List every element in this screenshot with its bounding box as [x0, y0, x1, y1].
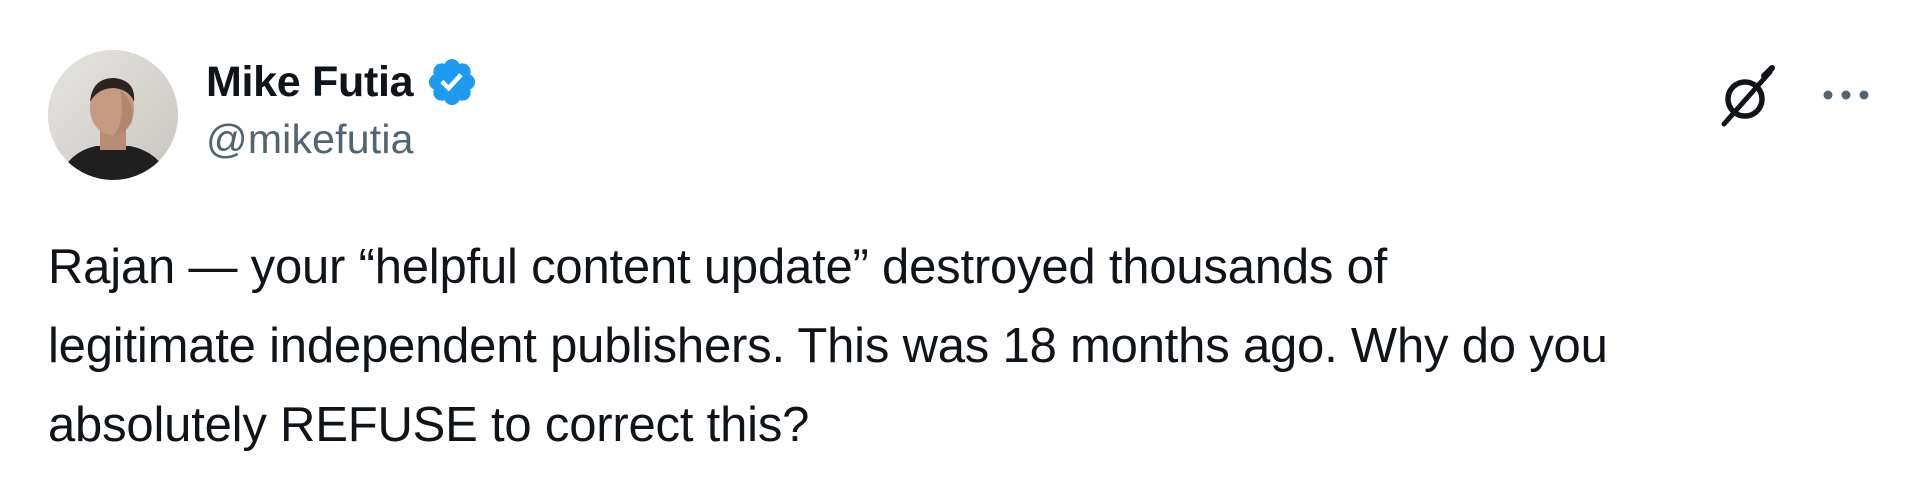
more-options-icon[interactable]: [1816, 70, 1876, 120]
author-handle[interactable]: @mikefutia: [206, 116, 479, 163]
grok-icon[interactable]: [1712, 62, 1782, 132]
tweet-card: Mike Futia @mikefutia Rajan — your “help…: [0, 0, 1920, 489]
tweet-text: Rajan — your “helpful content update” de…: [48, 240, 1608, 452]
verified-badge-icon[interactable]: [425, 55, 479, 109]
avatar[interactable]: [48, 50, 178, 180]
author-info: Mike Futia @mikefutia: [206, 54, 479, 163]
author-name-row: Mike Futia: [206, 54, 479, 110]
avatar-image: [48, 50, 178, 180]
author-display-name[interactable]: Mike Futia: [206, 58, 414, 107]
